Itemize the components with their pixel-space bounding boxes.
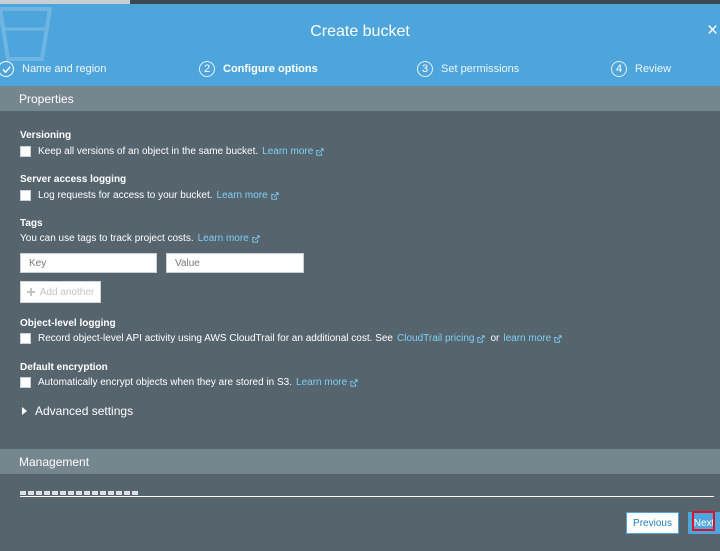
tags-text: You can use tags to track project costs. [20,233,194,244]
encryption-checkbox[interactable] [20,377,31,388]
focus-highlight [692,511,715,531]
modal-header: Create bucket × Name and region 2 Config… [0,4,720,86]
add-another-tag-button[interactable]: Add another [20,281,101,303]
versioning-row: Keep all versions of an object in the sa… [20,146,324,157]
section-title: Management [19,454,90,469]
step-configure-options[interactable]: 2 Configure options [199,58,318,80]
versioning-text: Keep all versions of an object in the sa… [38,146,259,157]
encryption-title: Default encryption [20,362,108,373]
step-name-and-region[interactable]: Name and region [0,58,106,80]
tags-title: Tags [20,218,43,229]
external-link-icon [554,334,562,343]
advanced-settings-toggle[interactable]: Advanced settings [22,404,133,418]
object-logging-text: Record object-level API activity using A… [38,333,393,344]
advanced-settings-label: Advanced settings [35,404,134,418]
logging-text: Log requests for access to your bucket. [38,190,213,201]
external-link-icon [350,378,358,387]
object-logging-title: Object-level logging [20,318,116,329]
external-link-icon [271,191,279,200]
object-logging-checkbox[interactable] [20,333,31,344]
step-label: Configure options [223,63,318,75]
step-review[interactable]: 4 Review [611,58,671,80]
versioning-checkbox[interactable] [20,146,31,157]
external-link-icon [316,147,324,156]
encryption-row: Automatically encrypt objects when they … [20,377,358,388]
check-circle-icon [0,61,14,77]
step-label: Review [635,63,672,75]
logging-learn-more-link[interactable]: Learn more [217,190,268,201]
wizard-steps: Name and region 2 Configure options 3 Se… [0,58,720,80]
encryption-learn-more-link[interactable]: Learn more [296,377,347,388]
plus-icon [26,288,35,296]
scroll-divider [20,496,714,497]
step-set-permissions[interactable]: 3 Set permissions [417,58,519,80]
versioning-learn-more-link[interactable]: Learn more [262,146,313,157]
next-button[interactable]: Next [688,511,720,534]
add-another-label: Add another [39,286,95,298]
step-number: 3 [417,61,433,77]
tags-description-row: You can use tags to track project costs.… [20,233,260,244]
caret-right-icon [22,407,27,415]
logging-title: Server access logging [20,174,127,185]
versioning-title: Versioning [20,130,72,141]
step-label: Name and region [22,63,107,75]
encryption-text: Automatically encrypt objects when they … [38,377,293,388]
tag-value-input[interactable]: Value [166,253,304,273]
management-section-header[interactable]: Management [0,449,720,474]
close-icon[interactable]: × [707,21,718,40]
step-number: 4 [611,61,627,77]
logging-checkbox[interactable] [20,190,31,201]
cloudtrail-pricing-link[interactable]: CloudTrail pricing [397,333,474,344]
modal-title: Create bucket [310,23,410,40]
external-link-icon [252,234,260,243]
tags-learn-more-link[interactable]: Learn more [198,233,249,244]
or-text: or [490,333,500,344]
step-number: 2 [199,61,215,77]
previous-button[interactable]: Previous [626,512,679,534]
step-label: Set permissions [441,63,520,75]
section-title: Properties [19,91,74,106]
tag-key-input[interactable]: Key [20,253,157,273]
object-logging-row: Record object-level API activity using A… [20,333,562,344]
logging-row: Log requests for access to your bucket. … [20,190,279,201]
external-link-icon [477,334,486,343]
object-logging-learn-more-link[interactable]: learn more [503,333,551,344]
properties-section-header[interactable]: Properties [0,86,720,111]
